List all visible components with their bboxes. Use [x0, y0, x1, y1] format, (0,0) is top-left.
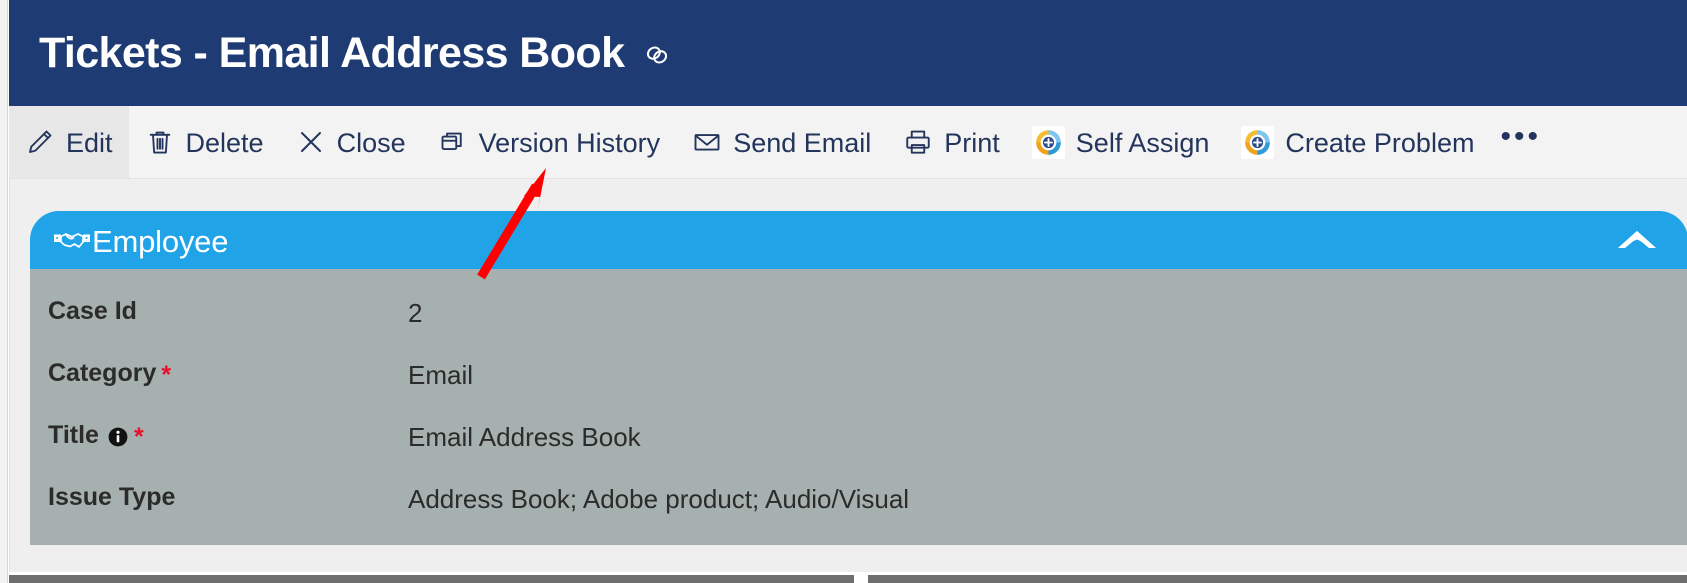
horizontal-scrollbar[interactable] [9, 572, 1687, 583]
delete-button[interactable]: Delete [129, 106, 280, 178]
required-asterisk: * [133, 423, 144, 451]
field-value: 2 [408, 298, 423, 328]
send-email-button-label: Send Email [733, 127, 872, 158]
close-button-label: Close [336, 127, 406, 158]
toolbar-overflow-button[interactable]: ••• [1490, 106, 1555, 178]
scrollbar-thumb[interactable] [854, 572, 868, 583]
print-button[interactable]: Print [887, 106, 1016, 178]
self-assign-button[interactable]: Self Assign [1016, 106, 1226, 178]
pencil-icon [25, 127, 55, 157]
form-row: Title * Email Address Book [30, 411, 1687, 473]
field-label-text: Issue Type [48, 483, 176, 511]
required-asterisk: * [161, 361, 172, 389]
refresh-plus-icon [1241, 125, 1275, 159]
version-history-button-label: Version History [478, 127, 661, 158]
edit-button-label: Edit [66, 127, 113, 158]
title-bar: Tickets - Email Address Book [9, 0, 1687, 106]
edit-button[interactable]: Edit [9, 106, 129, 178]
window-left-edge [0, 0, 8, 583]
refresh-plus-icon [1031, 125, 1065, 159]
scrollbar-track[interactable] [9, 575, 1687, 583]
content-area: Employee Case Id 2 Category * Email Titl… [9, 179, 1687, 583]
employee-section-title: Employee [92, 223, 229, 259]
trash-icon [145, 127, 175, 157]
field-label: Case Id [30, 287, 408, 324]
employee-section-card: Employee Case Id 2 Category * Email Titl… [30, 211, 1687, 545]
employee-form-panel: Case Id 2 Category * Email Title * Email… [30, 269, 1687, 545]
field-value: Address Book; Adobe product; Audio/Visua… [408, 484, 910, 514]
field-label: Category * [30, 349, 408, 389]
send-email-button[interactable]: Send Email [676, 106, 887, 178]
close-button[interactable]: Close [280, 106, 422, 178]
field-label-text: Title [48, 421, 99, 449]
delete-button-label: Delete [185, 127, 264, 158]
page-title: Tickets - Email Address Book [39, 28, 625, 77]
handshake-icon [52, 225, 92, 255]
toolbar-overflow-label: ••• [1500, 120, 1541, 153]
field-label: Issue Type [30, 473, 408, 510]
form-row: Case Id 2 [30, 287, 1687, 349]
printer-icon [903, 127, 933, 157]
form-row: Issue Type Address Book; Adobe product; … [30, 473, 1687, 535]
chevron-up-icon[interactable] [1614, 225, 1660, 255]
field-value: Email Address Book [408, 422, 641, 452]
field-label: Title * [30, 411, 408, 451]
field-label-text: Category [48, 359, 157, 387]
envelope-icon [692, 127, 722, 157]
print-button-label: Print [944, 127, 1000, 158]
copy-stack-icon [438, 127, 468, 157]
close-x-icon [296, 127, 326, 157]
create-problem-button-label: Create Problem [1285, 127, 1475, 158]
self-assign-button-label: Self Assign [1075, 127, 1210, 158]
form-row: Category * Email [30, 349, 1687, 411]
info-icon[interactable] [107, 426, 129, 448]
field-value: Email [408, 360, 474, 390]
application-window: Tickets - Email Address Book Edit Delete… [0, 0, 1687, 583]
command-toolbar: Edit Delete Close Version History Send E… [9, 106, 1687, 179]
create-problem-button[interactable]: Create Problem [1225, 106, 1490, 178]
field-label-text: Case Id [48, 297, 137, 325]
link-icon[interactable] [642, 40, 672, 70]
version-history-button[interactable]: Version History [422, 106, 677, 178]
section-header-left: Employee [52, 223, 229, 259]
employee-section-header[interactable]: Employee [30, 211, 1687, 269]
